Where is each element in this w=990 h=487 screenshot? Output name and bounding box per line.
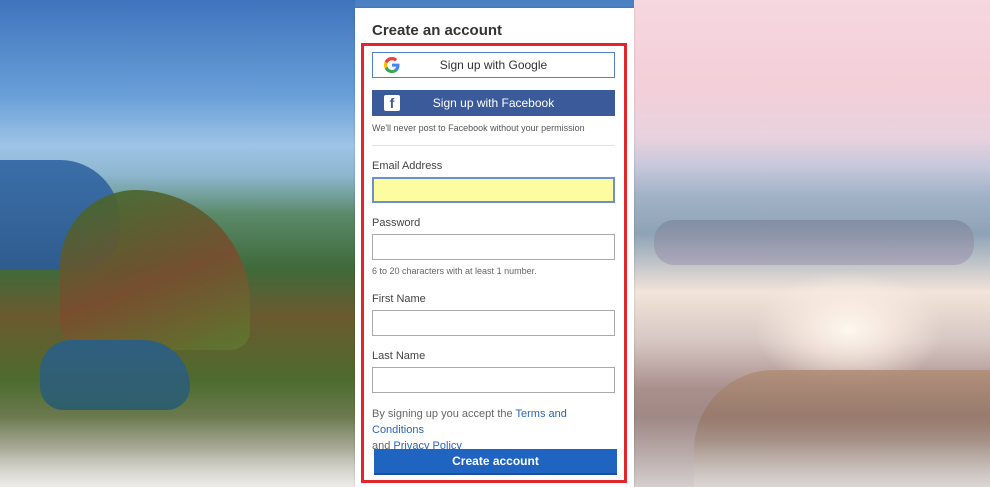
scenery-mountain bbox=[60, 190, 250, 350]
divider bbox=[372, 145, 615, 146]
password-field[interactable] bbox=[372, 234, 615, 260]
scenery-city bbox=[654, 220, 974, 265]
password-label: Password bbox=[372, 217, 421, 229]
facebook-signup-label: Sign up with Facebook bbox=[432, 96, 555, 110]
terms-text: By signing up you accept the Terms and C… bbox=[372, 406, 617, 454]
create-account-button[interactable]: Create account bbox=[374, 449, 617, 475]
signup-panel: Create an account Sign up with Google f … bbox=[355, 8, 634, 487]
last-name-label: Last Name bbox=[372, 350, 426, 362]
password-hint: 6 to 20 characters with at least 1 numbe… bbox=[372, 266, 537, 276]
background-left-scenery bbox=[0, 0, 355, 487]
google-signup-label: Sign up with Google bbox=[439, 58, 548, 72]
facebook-signup-button[interactable]: f Sign up with Facebook bbox=[372, 90, 615, 116]
email-field[interactable] bbox=[372, 177, 615, 203]
first-name-field[interactable] bbox=[372, 310, 615, 336]
panel-title: Create an account bbox=[372, 22, 503, 39]
last-name-field[interactable] bbox=[372, 367, 615, 393]
google-icon bbox=[384, 57, 400, 73]
google-signup-button[interactable]: Sign up with Google bbox=[372, 52, 615, 78]
first-name-label: First Name bbox=[372, 293, 426, 305]
email-label: Email Address bbox=[372, 160, 443, 172]
terms-prefix: By signing up you accept the bbox=[372, 408, 513, 420]
facebook-permission-note: We'll never post to Facebook without you… bbox=[372, 123, 585, 133]
background-right-scenery bbox=[634, 0, 990, 487]
facebook-icon: f bbox=[384, 95, 400, 111]
scenery-lagoon bbox=[40, 340, 190, 410]
